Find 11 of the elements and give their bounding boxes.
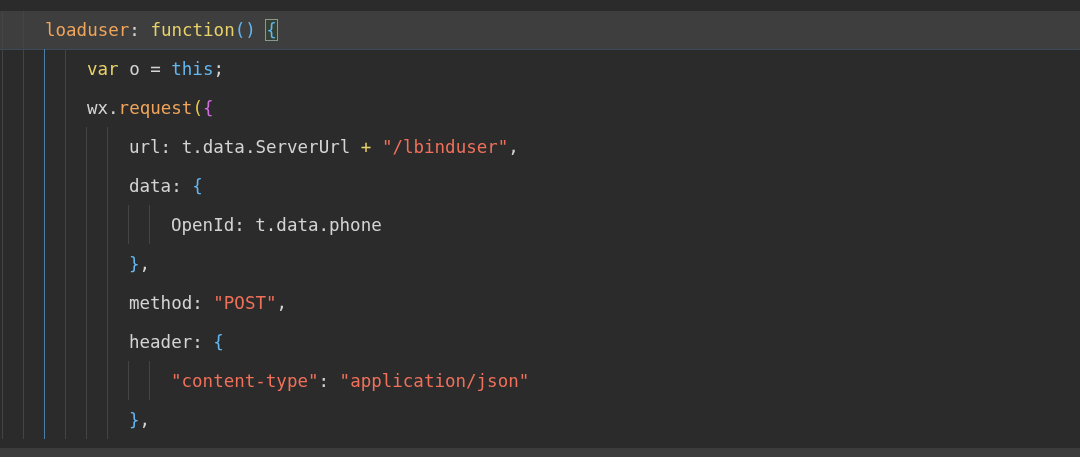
code-line: loaduser: function() {	[44, 20, 277, 40]
code-line: "content-type": "application/json"	[170, 370, 530, 391]
code-line: data: {	[128, 175, 203, 196]
code-line: },	[128, 253, 151, 274]
code-line: url: t.data.ServerUrl + "/lbinduser",	[128, 136, 519, 157]
code-line: method: "POST",	[128, 292, 288, 313]
code-line: wx.request({	[86, 97, 214, 118]
code-line: OpenId: t.data.phone	[170, 214, 382, 235]
code-line: header: {	[128, 331, 224, 352]
code-line: var o = this;	[86, 58, 224, 79]
code-line: },	[128, 409, 151, 430]
